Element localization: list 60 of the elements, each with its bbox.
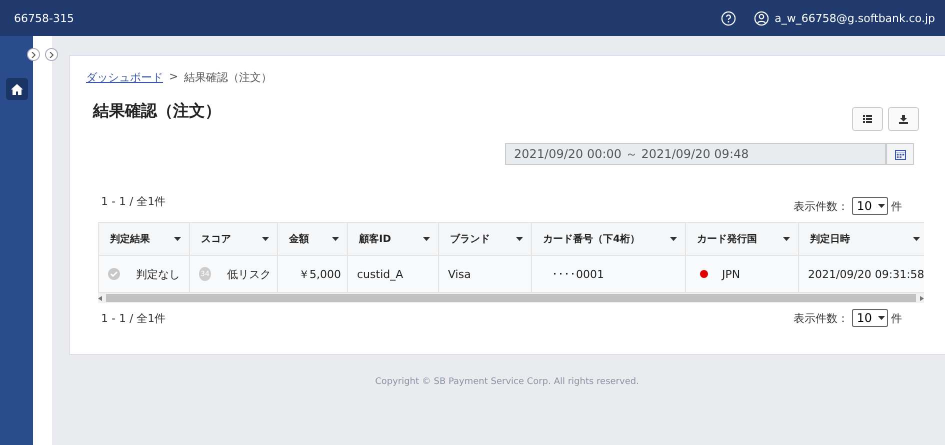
table-cell: 2021/09/20 09:31:58 — [799, 256, 924, 293]
breadcrumb-link[interactable]: ダッシュボード — [86, 70, 163, 85]
country-code: JPN — [722, 268, 740, 280]
caret-icon — [878, 204, 885, 208]
column-header[interactable]: カード発行国 — [686, 222, 799, 256]
column-header[interactable]: スコア — [190, 222, 278, 256]
scroll-right-icon[interactable] — [920, 296, 924, 300]
caret-icon — [670, 236, 677, 242]
caret-icon — [783, 236, 790, 242]
page-size-select[interactable]: 10 — [852, 309, 888, 327]
breadcrumb-separator: > — [169, 70, 178, 85]
column-header[interactable]: 判定日時 — [799, 222, 924, 256]
download-button[interactable] — [888, 107, 919, 131]
page-size-unit: 件 — [891, 310, 902, 326]
list-button[interactable] — [852, 107, 883, 131]
page-size-unit: 件 — [891, 198, 902, 214]
column-header[interactable]: カード番号（下4桁） — [532, 222, 686, 256]
column-header[interactable]: 顧客ID — [348, 222, 439, 256]
horizontal-scrollbar[interactable] — [98, 293, 924, 303]
caret-icon — [174, 236, 181, 242]
expand-toggle[interactable] — [27, 48, 40, 61]
result-count: 1 - 1 / 全1件 — [101, 194, 166, 208]
caret-icon — [262, 236, 269, 242]
caret-icon — [423, 236, 430, 242]
risk-text: 低リスク — [227, 266, 271, 282]
account-code: 66758-315 — [14, 12, 74, 24]
page-size-label: 表示件数： — [794, 310, 849, 326]
scroll-left-icon[interactable] — [98, 296, 102, 300]
caret-icon — [878, 316, 885, 320]
help-icon[interactable] — [720, 10, 736, 26]
home-button[interactable] — [6, 78, 28, 100]
chevron-right-icon — [49, 52, 54, 58]
breadcrumb-current: 結果確認（注文） — [184, 70, 272, 85]
column-header[interactable]: 判定結果 — [98, 222, 190, 256]
result-count: 1 - 1 / 全1件 — [101, 310, 166, 326]
table-cell: ････0001 — [532, 256, 686, 293]
table-cell: custid_A — [348, 256, 439, 293]
expand-toggle[interactable] — [45, 48, 58, 61]
caret-icon — [332, 236, 339, 242]
list-icon — [863, 115, 872, 123]
page-title: 結果確認（注文） — [93, 101, 221, 122]
table-cell: Visa — [439, 256, 532, 293]
caret-icon — [516, 236, 523, 242]
calendar-button[interactable] — [886, 143, 914, 165]
user-icon[interactable] — [754, 10, 769, 26]
column-header[interactable]: ブランド — [439, 222, 532, 256]
table-cell: ￥5,000 — [278, 256, 348, 293]
chevron-right-icon — [31, 52, 36, 58]
page-size-select[interactable]: 10 — [852, 197, 888, 215]
user-email[interactable]: a_w_66758@g.softbank.co.jp — [774, 12, 935, 24]
check-circle-icon — [108, 268, 120, 280]
calendar-icon — [894, 148, 906, 160]
column-header[interactable]: 金額 — [278, 222, 348, 256]
date-range-field[interactable]: 2021/09/20 00:00 ～ 2021/09/20 09:48 — [505, 143, 886, 165]
caret-icon — [913, 236, 920, 242]
copyright-text: Copyright © SB Payment Service Corp. All rights reserved. — [375, 377, 639, 387]
home-icon — [10, 84, 22, 94]
page-size-label: 表示件数： — [794, 198, 849, 214]
result-text: 判定なし — [136, 266, 180, 282]
download-icon — [899, 114, 908, 124]
